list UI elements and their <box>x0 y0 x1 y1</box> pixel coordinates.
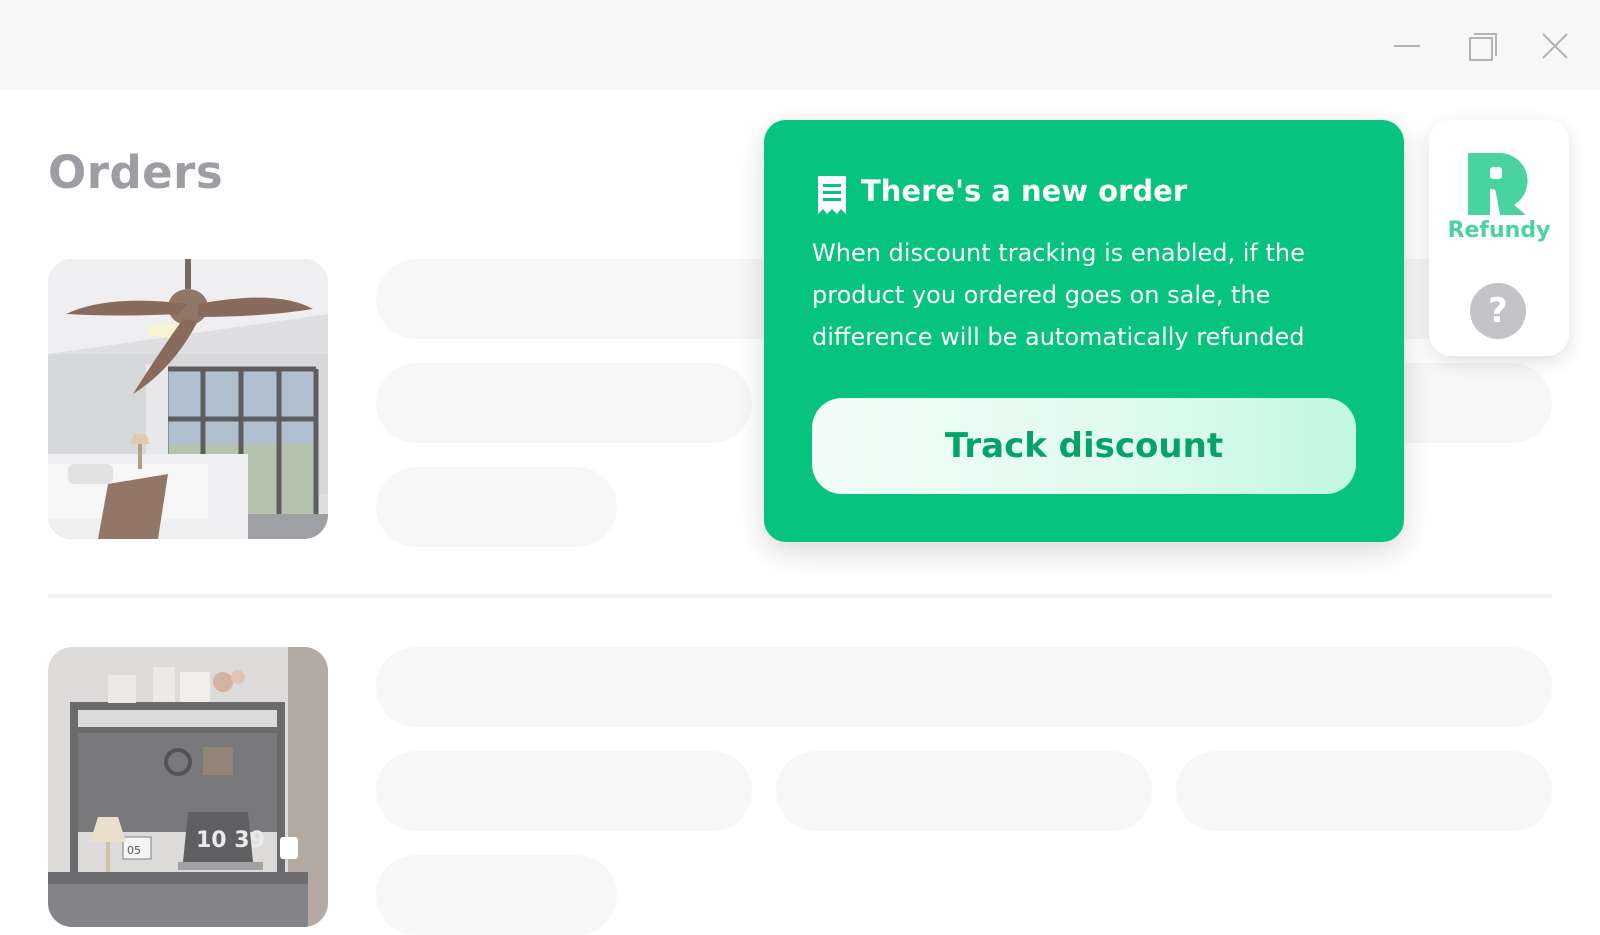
order-thumbnail-ceiling-fan[interactable] <box>48 259 328 539</box>
minimize-icon[interactable] <box>1387 26 1427 66</box>
notification-body: When discount tracking is enabled, if th… <box>812 239 1305 351</box>
skeleton-line <box>376 363 752 443</box>
refundy-logo[interactable] <box>1466 153 1528 215</box>
new-order-notification: There's a new order When discount tracki… <box>764 120 1404 542</box>
order-divider <box>48 594 1552 598</box>
track-discount-button[interactable]: Track discount <box>812 398 1356 494</box>
skeleton-line <box>776 751 1152 831</box>
skeleton-line <box>1176 751 1552 831</box>
close-icon[interactable] <box>1535 26 1575 66</box>
order-thumbnail-desk[interactable]: 10 39 05 <box>48 647 328 927</box>
maximize-icon[interactable] <box>1461 26 1501 66</box>
skeleton-line <box>376 467 617 547</box>
skeleton-line <box>376 751 752 831</box>
svg-text:10 39: 10 39 <box>196 828 265 853</box>
svg-text:05: 05 <box>127 844 141 857</box>
skeleton-line <box>376 855 617 935</box>
skeleton-line <box>376 647 1552 727</box>
refundy-brand-name: Refundy <box>1447 218 1551 243</box>
refundy-extension-panel: Refundy ? <box>1429 120 1569 356</box>
help-button[interactable]: ? <box>1470 283 1526 339</box>
window-titlebar <box>0 0 1600 90</box>
notification-title: There's a new order <box>861 174 1188 208</box>
page-title: Orders <box>48 146 224 199</box>
receipt-icon <box>818 176 846 214</box>
